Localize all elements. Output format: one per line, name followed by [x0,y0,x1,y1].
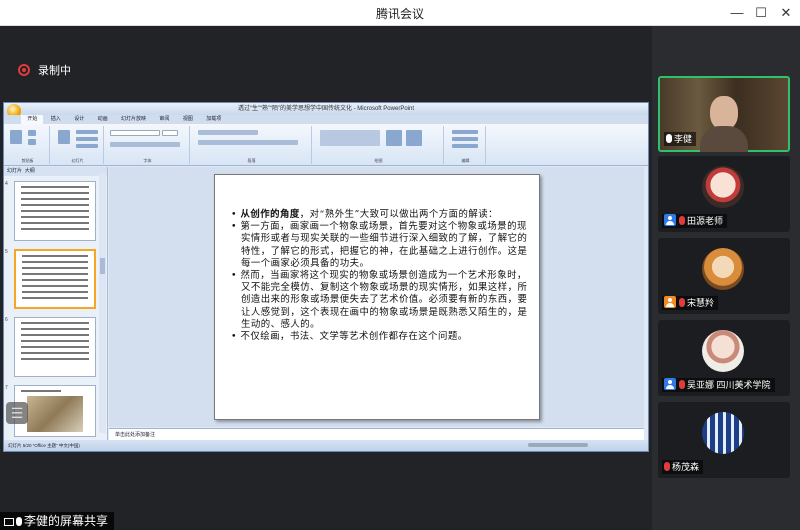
participant-name: 李健 [664,132,697,146]
slide-thumbnail-panel: 幻灯片 大纲 4 5 6 7 [4,167,108,441]
align-icons[interactable] [198,140,298,145]
group-drawing: 绘图 [314,126,444,164]
participant-name: 田源老师 [662,214,728,228]
avatar [702,330,744,372]
mic-icon [666,134,672,143]
ribbon: 剪贴板 幻灯片 字体 段落 绘图 编辑 [4,124,648,166]
screen-share-icon [4,518,14,526]
list-icons[interactable] [198,130,258,135]
delete-slide-icon[interactable] [76,144,98,148]
participant-tile[interactable]: 田源老师 [658,156,790,232]
window-titlebar: 腾讯会议 — ☐ ✕ [0,0,800,26]
participant-name: 杨茂森 [662,460,704,474]
thumb-number: 7 [5,385,8,391]
slide-thumbnail-selected[interactable] [14,249,96,309]
tab-insert[interactable]: 插入 [45,115,67,124]
participant-name: 吴亚娜 四川美术学院 [662,378,775,392]
record-icon [18,64,30,76]
mic-muted-icon [679,216,685,225]
thumb-number: 5 [5,249,8,255]
slide-edit-area: • 从创作的角度，对“熟外生”大致可以做出两个方面的解读： • 第一方面，画家画… [109,167,644,427]
replace-icon[interactable] [452,137,478,141]
group-editing: 编辑 [446,126,486,164]
group-clipboard: 剪贴板 [6,126,50,164]
panel-tab-slides[interactable]: 幻灯片 [7,168,22,174]
mic-icon [16,517,22,526]
shared-screen: 透过“生”“熟”“陌”的美学思想学中国传统文化 - Microsoft Powe… [3,102,649,452]
mic-muted-icon [679,298,685,307]
mic-muted-icon [664,462,670,471]
zoom-slider[interactable] [528,443,588,447]
thumb-number: 4 [5,181,8,187]
participant-tile[interactable]: 宋慧羚 [658,238,790,314]
recording-label: 录制中 [38,65,71,77]
participant-tile[interactable]: 吴亚娜 四川美术学院 [658,320,790,396]
menu-icon[interactable]: ☰ [6,402,28,424]
painting-thumbnail-image [27,396,83,432]
participant-panel: 李健 田源老师 宋慧羚 吴亚娜 四川美术学院 杨茂森 [652,26,800,530]
panel-tab-outline[interactable]: 大纲 [25,168,35,174]
tab-slideshow[interactable]: 幻灯片放映 [115,115,152,124]
cut-icon[interactable] [28,130,36,136]
tab-design[interactable]: 设计 [68,115,90,124]
user-icon [664,378,676,390]
group-paragraph: 段落 [192,126,312,164]
paste-icon[interactable] [10,130,22,144]
screen-share-label: 李健的屏幕共享 [0,512,115,530]
ppt-status-bar: 幻灯片 5/20 “Office 主题” 中文(中国) [4,440,648,451]
font-name-field[interactable] [110,130,160,136]
scrollbar-thumb[interactable] [100,258,105,274]
slide-thumbnail[interactable] [14,317,96,377]
tab-review[interactable]: 审阅 [153,115,175,124]
slide-paragraph-2: • 第一方面，画家画一个物象或场景，首先要对这个物象或场景的现实情形或者与现实关… [231,221,528,269]
find-icon[interactable] [452,130,478,134]
reset-icon[interactable] [76,137,98,141]
panel-tabs: 幻灯片 大纲 [4,167,107,176]
group-slides: 幻灯片 [52,126,104,164]
slide-paragraph-1: • 从创作的角度，对“熟外生”大致可以做出两个方面的解读： [231,209,498,220]
maximize-button[interactable]: ☐ [750,3,772,23]
minimize-button[interactable]: — [726,3,748,23]
user-icon [664,214,676,226]
tab-view[interactable]: 视图 [177,115,199,124]
avatar [702,412,744,454]
ppt-title-bar: 透过“生”“熟”“陌”的美学思想学中国传统文化 - Microsoft Powe… [4,103,648,115]
status-text: 幻灯片 5/20 “Office 主题” 中文(中国) [8,443,80,448]
tab-home[interactable]: 开始 [21,115,44,124]
close-button[interactable]: ✕ [775,3,797,23]
thumb-number: 6 [5,317,8,323]
current-slide[interactable]: • 从创作的角度，对“熟外生”大致可以做出两个方面的解读： • 第一方面，画家画… [214,174,540,420]
group-font: 字体 [106,126,190,164]
font-size-field[interactable] [162,130,178,136]
new-slide-icon[interactable] [58,130,70,144]
copy-icon[interactable] [28,139,36,145]
slide-paragraph-3: • 然而，当画家将这个现实的物象或场景创造成为一个艺术形象时，又不能完全模仿、复… [231,270,528,330]
thumbnail-scrollbar[interactable] [99,173,106,433]
ribbon-tabs: 开始 插入 设计 动画 幻灯片放映 审阅 视图 加载项 [4,115,648,124]
tab-addins[interactable]: 加载项 [200,115,227,124]
participant-name: 宋慧羚 [662,296,719,310]
participant-tile[interactable]: 杨茂森 [658,402,790,478]
avatar [702,248,744,290]
slide-body-text: • 从创作的角度，对“熟外生”大致可以做出两个方面的解读： • 第一方面，画家画… [231,209,529,343]
layout-icon[interactable] [76,130,98,134]
recording-indicator[interactable]: 录制中 [18,62,71,78]
shapes-gallery[interactable] [320,130,380,146]
user-icon [664,296,676,308]
select-icon[interactable] [452,144,478,148]
window-title: 腾讯会议 [375,7,424,21]
slide-thumbnail[interactable] [14,181,96,241]
arrange-icon[interactable] [386,130,402,146]
mic-muted-icon [679,380,685,389]
tab-animation[interactable]: 动画 [92,115,114,124]
avatar [702,166,744,208]
slide-paragraph-4: • 不仅绘画，书法、文学等艺术创作都存在这个问题。 [231,331,468,343]
participant-tile-speaker[interactable]: 李健 [658,76,790,152]
quick-styles-icon[interactable] [406,130,422,146]
font-format-icons[interactable] [110,142,180,147]
